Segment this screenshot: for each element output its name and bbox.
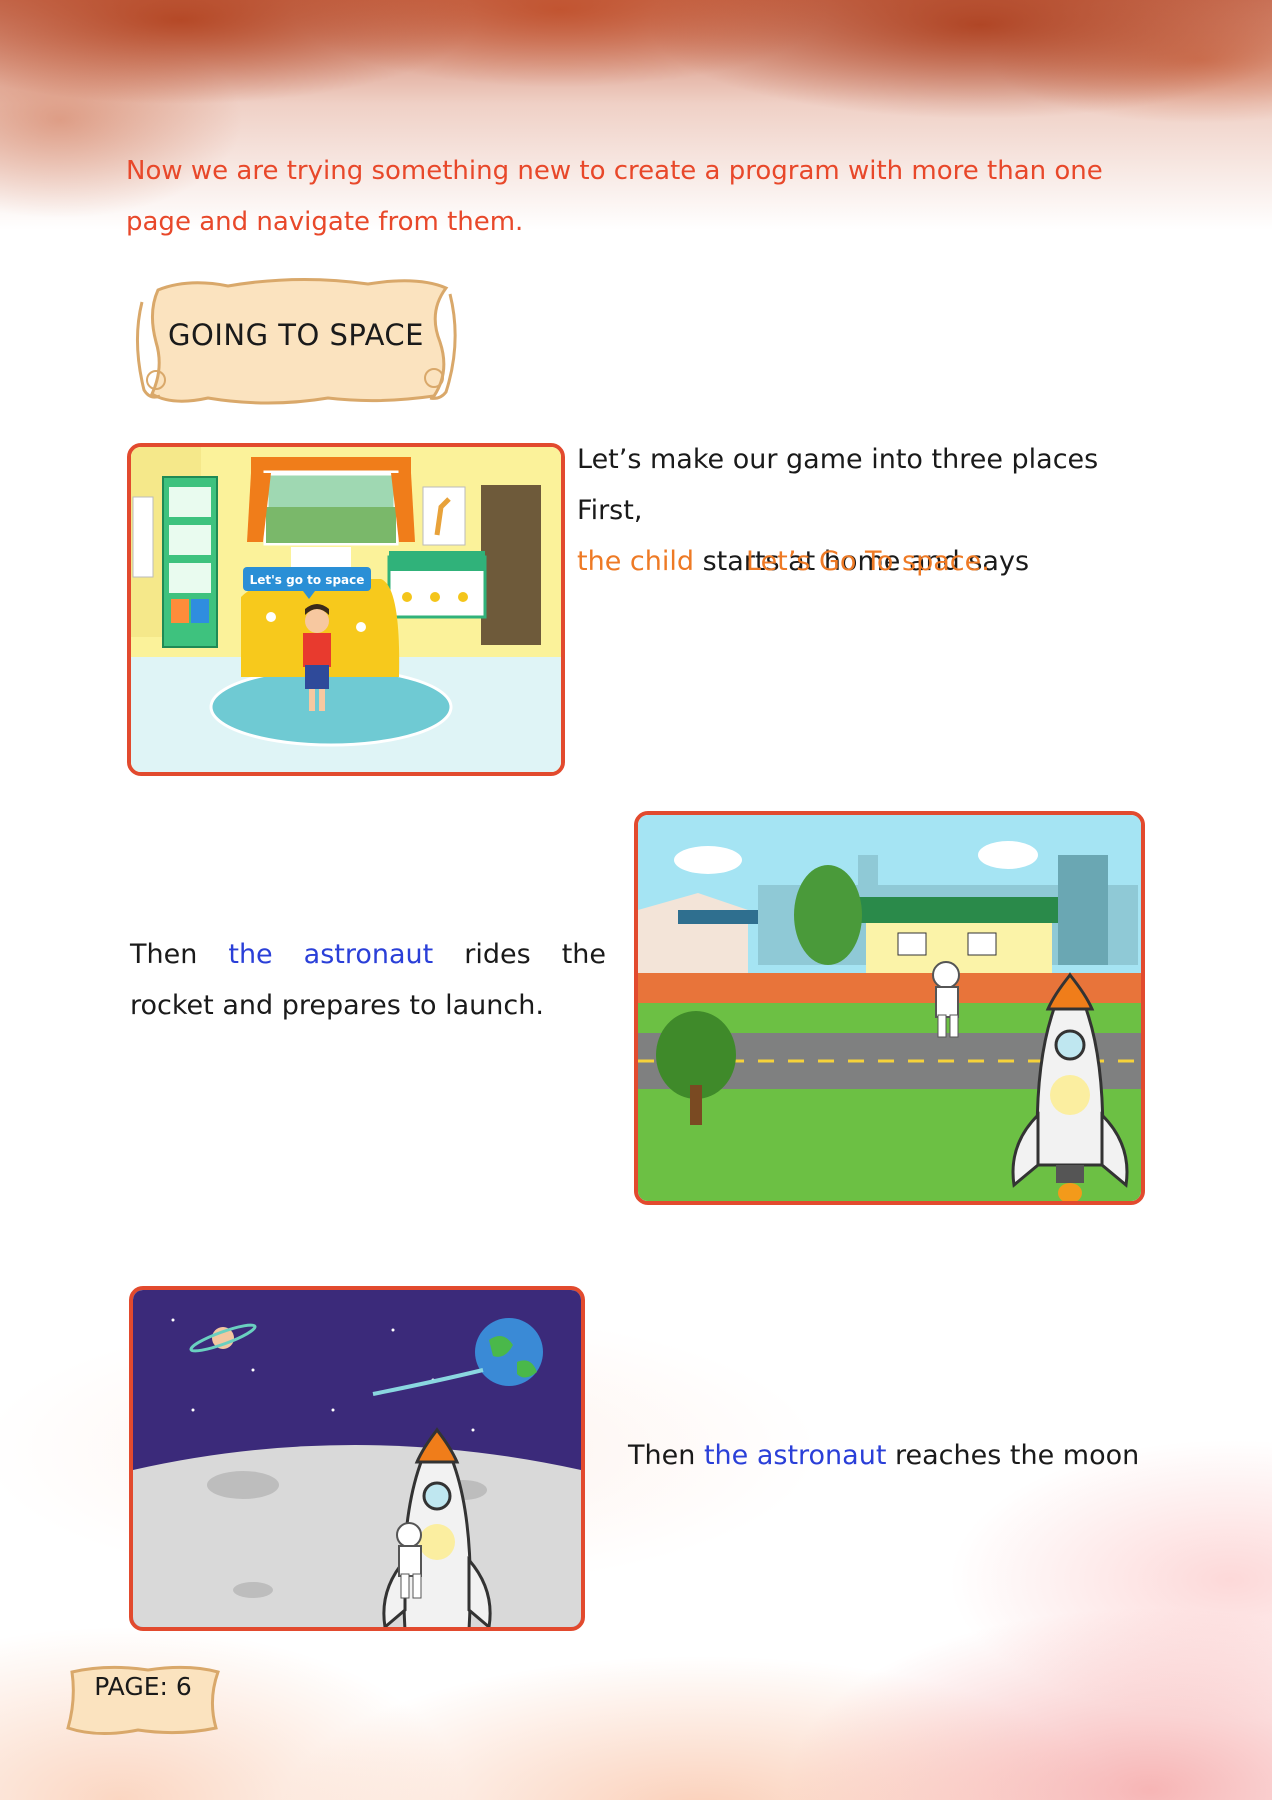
bedroom-scene-image: Let's go to space [127,443,565,776]
scene1-highlight-child: the child [577,546,694,577]
banner-title: GOING TO SPACE [168,318,424,352]
scene1-quote: Let’s Go To space. [746,546,990,577]
scene3-highlight-astronaut: the astronaut [703,1440,887,1471]
scene2-paragraph: Then the astronaut rides the rocket and … [130,929,606,1031]
scene3-text-part2: reaches the moon [895,1440,1140,1471]
page-number: PAGE: 6 [94,1672,192,1701]
scene3-paragraph: Then the astronaut reaches the moon [628,1430,1148,1481]
scene3-text-part1: Then [628,1440,696,1471]
speech-bubble-text: Let's go to space [250,573,365,587]
moon-scene-image [129,1286,585,1631]
launch-scene-image [634,811,1145,1205]
scene1-text-part1: Let’s make our game into three places Fi… [577,444,1099,526]
scene2-text-part1: Then [130,939,198,970]
scene2-highlight-astronaut: the astronaut [228,939,434,970]
intro-paragraph: Now we are trying something new to creat… [126,156,1103,237]
